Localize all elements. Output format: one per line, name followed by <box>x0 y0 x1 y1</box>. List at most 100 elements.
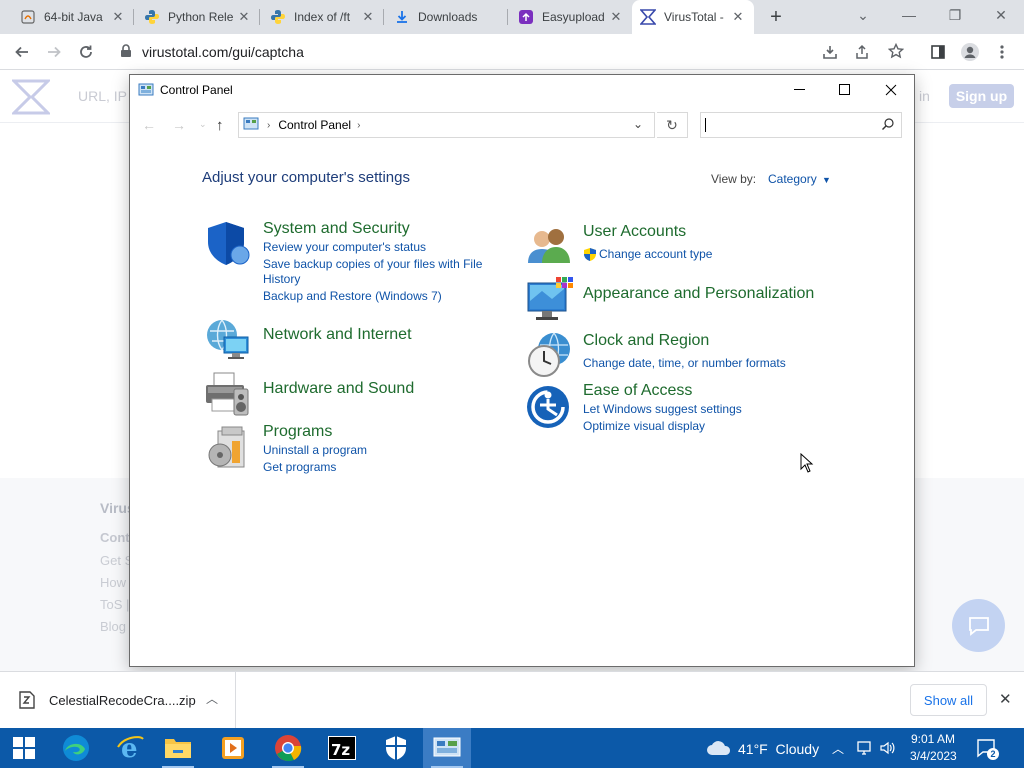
category-programs[interactable]: Programs <box>263 423 332 441</box>
7zip-icon[interactable]: 7z <box>318 728 366 768</box>
media-player-icon[interactable] <box>209 728 257 768</box>
edge-icon[interactable] <box>52 728 100 768</box>
volume-icon[interactable] <box>879 740 895 759</box>
reload-icon[interactable] <box>72 38 100 66</box>
clock-date[interactable]: 3/4/2023 <box>910 749 957 763</box>
forward-icon[interactable] <box>40 38 68 66</box>
link-uninstall-program[interactable]: Uninstall a program <box>263 442 367 458</box>
vt-footer-link[interactable]: Blog <box>100 619 126 634</box>
category-appearance[interactable]: Appearance and Personalization <box>583 285 814 303</box>
show-all-button[interactable]: Show all <box>910 684 987 716</box>
link-backup-restore[interactable]: Backup and Restore (Windows 7) <box>263 288 442 304</box>
address-bar[interactable]: virustotal.com/gui/captcha <box>110 38 920 66</box>
close-icon[interactable] <box>876 79 906 101</box>
printer-icon[interactable] <box>204 369 252 417</box>
weather-text[interactable]: 41°F Cloudy <box>738 741 819 757</box>
tab-easyupload[interactable]: Easyupload ✕ <box>510 0 632 34</box>
link-change-date-formats[interactable]: Change date, time, or number formats <box>583 355 786 371</box>
maximize-icon[interactable] <box>830 79 860 101</box>
vt-footer-link[interactable]: ToS | <box>100 597 129 612</box>
tab-title: 64-bit Java <box>44 10 103 24</box>
network-icon[interactable] <box>857 740 873 759</box>
link-file-history-cont[interactable]: History <box>263 271 300 287</box>
vt-sign-up-button[interactable]: Sign up <box>949 84 1014 108</box>
link-file-history[interactable]: Save backup copies of your files with Fi… <box>263 256 482 272</box>
clock-time[interactable]: 9:01 AM <box>911 732 955 746</box>
ease-access-icon[interactable] <box>526 385 574 433</box>
virustotal-icon <box>639 9 657 25</box>
vt-footer-link[interactable]: Cont <box>100 530 130 545</box>
start-button[interactable] <box>0 728 48 768</box>
clock-globe-icon[interactable] <box>526 331 574 379</box>
category-hardware-sound[interactable]: Hardware and Sound <box>263 380 414 398</box>
category-network-internet[interactable]: Network and Internet <box>263 326 412 344</box>
view-by-dropdown[interactable]: Category ▼ <box>768 172 831 186</box>
chrome-icon[interactable] <box>264 728 312 768</box>
windows-security-icon[interactable] <box>372 728 420 768</box>
cloud-weather-icon[interactable] <box>706 740 732 759</box>
tab-downloads[interactable]: Downloads <box>386 0 508 34</box>
breadcrumb[interactable]: Control Panel <box>278 118 351 132</box>
category-clock-region[interactable]: Clock and Region <box>583 332 709 350</box>
chevron-up-icon[interactable]: ︿ <box>206 690 218 707</box>
close-icon[interactable]: ✕ <box>999 690 1012 708</box>
close-icon[interactable]: ✕ <box>360 9 376 25</box>
link-change-account-type[interactable]: Change account type <box>599 246 712 262</box>
tab-search-icon[interactable]: ⌄ <box>840 0 886 30</box>
virustotal-logo-icon[interactable] <box>10 79 52 118</box>
category-user-accounts[interactable]: User Accounts <box>583 223 686 241</box>
shield-icon[interactable] <box>204 219 252 267</box>
restore-icon[interactable]: ❐ <box>932 0 978 30</box>
menu-kebab-icon[interactable] <box>988 38 1016 66</box>
recent-locations-chevron-icon[interactable]: ⌄ <box>199 119 207 130</box>
tab-virustotal[interactable]: VirusTotal - ✕ <box>632 0 754 34</box>
bookmark-star-icon[interactable] <box>887 42 905 62</box>
link-review-status[interactable]: Review your computer's status <box>263 239 426 255</box>
vt-search-input[interactable]: URL, IP <box>78 88 127 104</box>
vt-sign-in-link[interactable]: in <box>919 88 930 104</box>
programs-icon[interactable] <box>204 425 252 473</box>
link-get-programs[interactable]: Get programs <box>263 459 336 475</box>
back-icon[interactable] <box>8 38 36 66</box>
minimize-icon[interactable]: — <box>886 0 932 30</box>
text-cursor <box>705 118 706 132</box>
tab-index[interactable]: Index of /ft ✕ <box>262 0 384 34</box>
close-icon[interactable]: ✕ <box>236 9 252 25</box>
close-icon[interactable]: ✕ <box>608 9 624 25</box>
internet-explorer-icon[interactable]: e <box>106 728 154 768</box>
minimize-icon[interactable] <box>785 79 815 101</box>
link-optimize-display[interactable]: Optimize visual display <box>583 418 705 434</box>
control-panel-taskbar-icon[interactable] <box>423 728 471 768</box>
category-system-security[interactable]: System and Security <box>263 220 410 238</box>
back-arrow-icon[interactable]: ← <box>142 117 156 133</box>
up-arrow-icon[interactable]: ↑ <box>216 117 224 134</box>
monitor-palette-icon[interactable] <box>526 275 574 323</box>
file-explorer-icon[interactable] <box>154 728 202 768</box>
close-icon[interactable]: ✕ <box>730 9 746 25</box>
network-globe-icon[interactable] <box>204 315 252 363</box>
address-dropdown-icon[interactable]: ⌄ <box>633 117 643 131</box>
chevron-up-icon[interactable]: ︿ <box>832 740 844 757</box>
users-icon[interactable] <box>526 223 574 271</box>
search-icon[interactable] <box>881 117 895 134</box>
new-tab-button[interactable]: + <box>762 4 790 30</box>
category-ease-access[interactable]: Ease of Access <box>583 382 692 400</box>
lock-icon[interactable] <box>120 43 132 61</box>
refresh-icon[interactable]: ↻ <box>657 112 688 138</box>
forward-arrow-icon[interactable]: → <box>172 117 186 133</box>
vt-footer-link[interactable]: How <box>100 575 126 590</box>
side-panel-icon[interactable] <box>924 38 952 66</box>
share-icon[interactable] <box>854 44 870 63</box>
tab-python-release[interactable]: Python Rele ✕ <box>136 0 260 34</box>
cp-search-input[interactable] <box>700 112 902 138</box>
tab-java[interactable]: 64-bit Java ✕ <box>12 0 134 34</box>
install-app-icon[interactable] <box>822 44 838 63</box>
profile-avatar-icon[interactable] <box>956 38 984 66</box>
link-windows-suggest[interactable]: Let Windows suggest settings <box>583 401 742 417</box>
download-item[interactable]: CelestialRecodeCra....zip ︿ <box>0 672 236 728</box>
close-icon[interactable]: ✕ <box>110 9 126 25</box>
cp-address-bar[interactable]: › Control Panel › ⌄ <box>238 112 655 138</box>
breadcrumb-chevron-icon[interactable]: › <box>357 120 360 131</box>
close-window-icon[interactable]: ✕ <box>978 0 1024 30</box>
chat-bubble-button[interactable] <box>952 599 1005 652</box>
